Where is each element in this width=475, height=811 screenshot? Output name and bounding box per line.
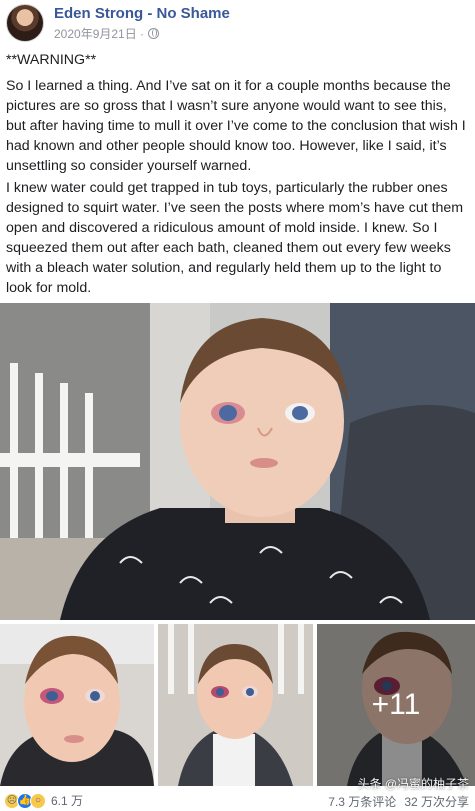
- author-avatar[interactable]: [6, 4, 44, 42]
- photo-thumb-3[interactable]: +11: [317, 624, 475, 786]
- photo-thumb-2[interactable]: [158, 624, 313, 786]
- photo-thumb-1[interactable]: [0, 624, 154, 786]
- engagement-counts: 7.3 万条评论 32 万次分享: [328, 793, 469, 810]
- main-photo-image: [0, 303, 475, 620]
- more-photos-overlay[interactable]: +11: [317, 624, 475, 786]
- photo-thumb-2-image: [158, 624, 313, 786]
- post-footer: ☹ 👍 ○ 6.1 万 7.3 万条评论 32 万次分享: [0, 790, 475, 811]
- reaction-count: 6.1 万: [51, 794, 84, 808]
- wow-icon: ○: [30, 792, 46, 809]
- photo-thumb-1-image: [0, 624, 154, 786]
- post-date[interactable]: 2020年9月21日 ·: [54, 25, 144, 42]
- globe-icon: [148, 28, 160, 39]
- author-name[interactable]: Eden Strong - No Shame: [54, 5, 230, 22]
- comments-count[interactable]: 7.3 万条评论: [328, 793, 396, 810]
- post-paragraph-2: I knew water could get trapped in tub to…: [6, 180, 464, 296]
- shares-count[interactable]: 32 万次分享: [404, 793, 469, 810]
- reactions-summary[interactable]: ☹ 👍 ○ 6.1 万: [4, 792, 83, 809]
- post-meta: 2020年9月21日 ·: [54, 25, 160, 42]
- post-warning: **WARNING**: [6, 52, 97, 68]
- main-photo[interactable]: [0, 303, 475, 620]
- post-header: Eden Strong - No Shame 2020年9月21日 ·: [0, 0, 475, 46]
- post-paragraph-1: So I learned a thing. And I’ve sat on it…: [6, 78, 466, 174]
